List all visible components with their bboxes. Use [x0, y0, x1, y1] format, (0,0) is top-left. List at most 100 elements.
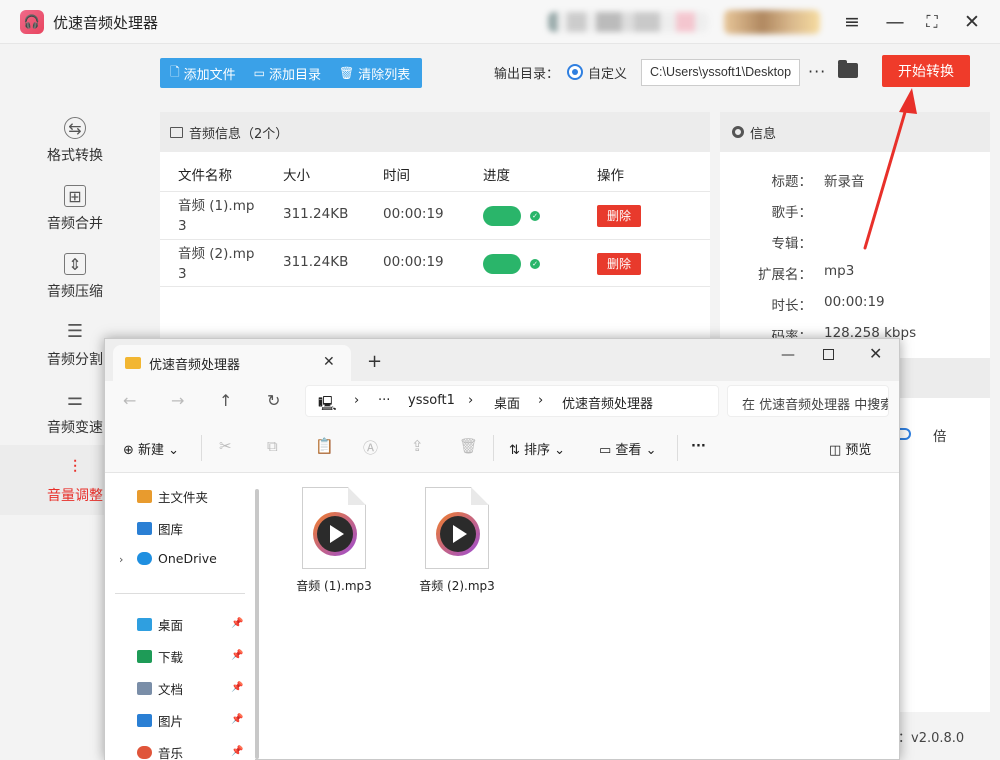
up-icon[interactable]: ↑: [219, 391, 232, 410]
minimize-icon[interactable]: —: [781, 347, 795, 363]
share-icon[interactable]: ⇪: [411, 437, 424, 455]
custom-radio-label[interactable]: 自定义: [588, 63, 627, 82]
download-icon: [137, 650, 152, 663]
file-size: 311.24KB: [283, 254, 349, 270]
nav-label: 文档: [158, 682, 184, 697]
blurred-vip-badge[interactable]: [724, 10, 820, 34]
delete-icon[interactable]: 🗑: [459, 437, 478, 455]
file-item[interactable]: 音频 (2).mp3: [402, 487, 512, 594]
file-explorer-window: 优速音频处理器 ✕ + — ✕ ← → ↑ ↻ 🖳 › ··· yssoft1 …: [104, 338, 900, 760]
sidebar-item-audio-merge[interactable]: ⊞ 音频合并: [0, 185, 150, 253]
add-folder-label: 添加目录: [269, 67, 322, 83]
minimize-icon[interactable]: —: [883, 10, 907, 34]
paste-icon[interactable]: 📋: [315, 437, 334, 455]
copy-icon[interactable]: ⧉: [267, 437, 278, 455]
progress-bar: [483, 254, 521, 274]
table-row[interactable]: 音频 (1).mp3 311.24KB 00:00:19 ✓ 删除: [160, 191, 710, 239]
computer-icon: 🖳: [318, 396, 337, 412]
pin-icon[interactable]: 📌: [231, 650, 243, 661]
refresh-icon[interactable]: ↻: [267, 391, 280, 410]
new-button[interactable]: ⊕ 新建 ⌄: [123, 439, 179, 458]
breadcrumb-ellipsis[interactable]: ···: [378, 393, 390, 408]
info-label-artist: 歌手：: [771, 205, 813, 221]
add-file-button[interactable]: 🗋 添加文件: [160, 58, 244, 88]
info-label-title: 标题：: [771, 174, 813, 190]
output-dir-label: 输出目录：: [494, 67, 560, 82]
nav-label: 桌面: [158, 618, 184, 633]
custom-radio[interactable]: [567, 64, 583, 80]
pin-icon[interactable]: 📌: [231, 746, 243, 757]
file-icon: 🗋: [170, 64, 180, 79]
clear-list-label: 清除列表: [358, 67, 411, 83]
info-value-extension: mp3: [824, 263, 855, 279]
delete-button[interactable]: 删除: [597, 253, 641, 275]
progress-bar: [483, 206, 521, 226]
clear-list-button[interactable]: 🗑 清除列表: [329, 58, 418, 88]
search-icon: ⌕: [870, 393, 878, 408]
close-icon[interactable]: ✕: [960, 10, 984, 34]
breadcrumb-item[interactable]: yssoft1: [408, 393, 455, 408]
start-convert-button[interactable]: 开始转换: [882, 55, 970, 87]
document-icon: [137, 682, 152, 695]
desktop-icon: [137, 618, 152, 631]
nav-item-desktop[interactable]: 桌面: [137, 615, 183, 634]
compress-icon: ⇕: [64, 253, 86, 275]
output-path-input[interactable]: C:\Users\yssoft1\Desktop: [641, 59, 800, 86]
sort-button[interactable]: ⇅ 排序 ⌄: [509, 439, 565, 458]
folder-icon: [125, 357, 141, 369]
mp3-file-icon: [302, 487, 366, 569]
pin-icon[interactable]: 📌: [231, 618, 243, 629]
open-folder-icon[interactable]: [838, 60, 858, 78]
nav-item-downloads[interactable]: 下载: [137, 647, 183, 666]
address-bar[interactable]: 🖳 › ··· yssoft1 › 桌面 › 优速音频处理器: [305, 385, 719, 417]
info-header: 信息: [720, 112, 990, 152]
add-folder-button[interactable]: ▭ 添加目录: [244, 58, 329, 88]
nav-item-music[interactable]: 音乐: [137, 743, 183, 760]
rename-icon[interactable]: Ⓐ: [363, 437, 378, 458]
preview-button[interactable]: ◫ 预览: [829, 439, 871, 458]
file-name: 音频 (2).mp3: [178, 246, 255, 282]
picture-icon: [137, 714, 152, 727]
sidebar-item-audio-compress[interactable]: ⇕ 音频压缩: [0, 253, 150, 321]
nav-label: 主文件夹: [158, 490, 209, 505]
explorer-tab[interactable]: 优速音频处理器: [113, 345, 351, 381]
new-tab-icon[interactable]: +: [367, 351, 382, 372]
sidebar-item-label: 音量调整: [47, 488, 103, 504]
breadcrumb-item[interactable]: 桌面: [494, 393, 520, 412]
more-options-button[interactable]: ···: [808, 62, 826, 81]
search-input[interactable]: 在 优速音频处理器 中搜索 ⌕: [727, 385, 889, 417]
file-duration: 00:00:19: [383, 254, 444, 270]
table-row[interactable]: 音频 (2).mp3 311.24KB 00:00:19 ✓ 删除: [160, 239, 710, 287]
info-label-duration: 时长：: [771, 298, 813, 314]
cut-icon[interactable]: ✂: [219, 437, 232, 455]
nav-item-documents[interactable]: 文档: [137, 679, 183, 698]
nav-item-onedrive[interactable]: OneDrive: [137, 551, 217, 566]
expand-chevron-icon[interactable]: ›: [119, 553, 123, 566]
nav-item-pictures[interactable]: 图片: [137, 711, 183, 730]
tab-close-icon[interactable]: ✕: [323, 354, 335, 370]
forward-icon[interactable]: →: [171, 391, 184, 410]
nav-item-home[interactable]: 主文件夹: [137, 487, 208, 506]
maximize-icon[interactable]: ⛶: [920, 10, 944, 34]
split-icon: ☰: [66, 321, 84, 342]
file-item[interactable]: 音频 (1).mp3: [279, 487, 389, 594]
explorer-nav-bar: ← → ↑ ↻ 🖳 › ··· yssoft1 › 桌面 › 优速音频处理器 在…: [105, 381, 899, 423]
close-icon[interactable]: ✕: [869, 344, 882, 363]
sidebar-item-format-convert[interactable]: ⇆ 格式转换: [0, 117, 150, 185]
check-icon: ✓: [530, 211, 540, 221]
pin-icon[interactable]: 📌: [231, 714, 243, 725]
file-name: 音频 (1).mp3: [178, 198, 255, 234]
back-icon[interactable]: ←: [123, 391, 136, 410]
audio-list-title: 音频信息（2个）: [189, 126, 289, 142]
delete-button[interactable]: 删除: [597, 205, 641, 227]
more-commands-button[interactable]: ···: [691, 439, 706, 454]
nav-label: 下载: [158, 650, 184, 665]
view-button[interactable]: ▭ 查看 ⌄: [599, 439, 656, 458]
pin-icon[interactable]: 📌: [231, 682, 243, 693]
nav-scrollbar[interactable]: [255, 489, 259, 759]
menu-icon[interactable]: ≡: [840, 10, 864, 34]
nav-item-gallery[interactable]: 图库: [137, 519, 183, 538]
maximize-icon[interactable]: [823, 349, 834, 360]
sidebar-item-label: 音频分割: [47, 352, 103, 368]
breadcrumb-item[interactable]: 优速音频处理器: [562, 393, 653, 412]
